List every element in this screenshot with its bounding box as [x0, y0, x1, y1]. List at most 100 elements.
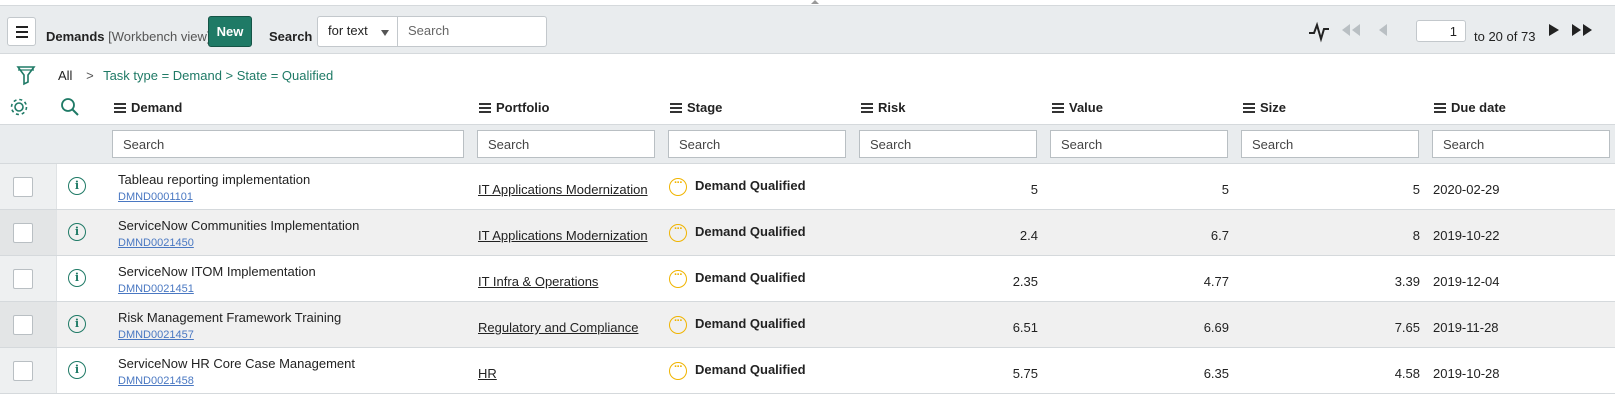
value-value: 4.77 [1203, 274, 1229, 289]
breadcrumb-conditions[interactable]: Task type = Demand > State = Qualified [103, 68, 333, 83]
table-row[interactable]: i ServiceNow HR Core Case Management DMN… [0, 348, 1615, 394]
search-icon[interactable] [60, 97, 80, 117]
column-menu-icon[interactable] [1434, 102, 1446, 113]
stage-pending-icon: ··· [669, 224, 687, 242]
column-label: Portfolio [496, 100, 550, 115]
risk-search-input[interactable]: Search [859, 130, 1037, 158]
demand-number-link[interactable]: DMND0021450 [118, 237, 194, 249]
stage-pending-icon: ··· [669, 316, 687, 334]
row-checkbox[interactable] [13, 361, 33, 381]
column-header-size[interactable]: Size [1243, 100, 1286, 115]
due-date-value: 2019-10-28 [1433, 366, 1500, 381]
stage-search-input[interactable]: Search [668, 130, 846, 158]
risk-value: 5.75 [1012, 366, 1038, 381]
portfolio-link[interactable]: HR [478, 366, 497, 381]
new-button[interactable]: New [208, 16, 252, 47]
table-row[interactable]: i ServiceNow ITOM Implementation DMND002… [0, 256, 1615, 302]
page-number-input[interactable]: 1 [1416, 20, 1466, 42]
demand-search-input[interactable]: Search [112, 130, 464, 158]
risk-value: 2.35 [1012, 274, 1038, 289]
column-label: Value [1069, 100, 1103, 115]
column-menu-icon[interactable] [479, 102, 491, 113]
info-icon[interactable]: i [68, 223, 86, 241]
demand-name: ServiceNow HR Core Case Management [118, 356, 355, 371]
column-menu-icon[interactable] [1052, 102, 1064, 113]
portfolio-search-input[interactable]: Search [477, 130, 655, 158]
stage-text: Demand Qualified [695, 316, 806, 331]
row-checkbox[interactable] [13, 223, 33, 243]
risk-value: 5 [1030, 182, 1038, 197]
collapse-caret-icon[interactable] [811, 0, 819, 4]
row-checkbox[interactable] [13, 177, 33, 197]
info-icon[interactable]: i [68, 361, 86, 379]
info-icon[interactable]: i [68, 269, 86, 287]
column-label: Stage [687, 100, 723, 115]
column-menu-icon[interactable] [861, 102, 873, 113]
activity-chart-icon[interactable] [1307, 19, 1331, 43]
due-date-value: 2019-11-28 [1433, 320, 1499, 335]
size-search-input[interactable]: Search [1241, 130, 1419, 158]
stage-pending-icon: ··· [669, 362, 687, 380]
column-header-value[interactable]: Value [1052, 100, 1103, 115]
demand-number-link[interactable]: DMND0021451 [118, 283, 194, 295]
list-menu-button[interactable] [7, 17, 36, 46]
title-text: Demands [46, 29, 105, 44]
column-search-row: Search Search Search Search Search Searc… [0, 124, 1615, 164]
stage-pending-icon: ··· [669, 270, 687, 288]
size-value: 4.58 [1394, 366, 1420, 381]
demand-name: Risk Management Framework Training [118, 310, 342, 325]
breadcrumb-separator: > [86, 68, 94, 83]
value-value: 6.35 [1203, 366, 1229, 381]
column-menu-icon[interactable] [114, 102, 126, 113]
row-checkbox[interactable] [13, 315, 33, 335]
stage-text: Demand Qualified [695, 362, 806, 377]
size-value: 7.65 [1394, 320, 1420, 335]
value-search-input[interactable]: Search [1050, 130, 1228, 158]
column-header-demand[interactable]: Demand [114, 100, 182, 115]
due-date-value: 2019-10-22 [1433, 228, 1500, 243]
breadcrumb: All > Task type = Demand > State = Quali… [58, 68, 333, 83]
previous-page-icon[interactable] [1375, 22, 1389, 38]
value-value: 6.69 [1203, 320, 1229, 335]
info-icon[interactable]: i [68, 315, 86, 333]
column-header-stage[interactable]: Stage [670, 100, 722, 115]
row-checkbox[interactable] [13, 269, 33, 289]
search-field-value: for text [328, 23, 368, 38]
table-row[interactable]: i Tableau reporting implementation DMND0… [0, 164, 1615, 210]
table-row[interactable]: i ServiceNow Communities Implementation … [0, 210, 1615, 256]
search-field-select[interactable]: for text [317, 16, 398, 47]
demand-number-link[interactable]: DMND0021458 [118, 375, 194, 387]
info-icon[interactable]: i [68, 177, 86, 195]
table-row[interactable]: i Risk Management Framework Training DMN… [0, 302, 1615, 348]
column-header-risk[interactable]: Risk [861, 100, 905, 115]
first-page-icon[interactable] [1338, 22, 1364, 38]
view-name: [Workbench view] [108, 29, 211, 44]
demand-name: Tableau reporting implementation [118, 172, 311, 187]
demand-number-link[interactable]: DMND0001101 [118, 191, 193, 203]
stage-text: Demand Qualified [695, 178, 806, 193]
value-value: 6.7 [1210, 228, 1229, 243]
search-label: Search [269, 29, 313, 44]
gear-icon[interactable] [9, 97, 29, 117]
column-header-portfolio[interactable]: Portfolio [479, 100, 549, 115]
size-value: 3.39 [1394, 274, 1420, 289]
column-label: Size [1260, 100, 1287, 115]
demand-number-link[interactable]: DMND0021457 [118, 329, 194, 341]
portfolio-link[interactable]: IT Applications Modernization [478, 182, 648, 197]
list-search-input[interactable]: Search [397, 16, 547, 47]
breadcrumb-all[interactable]: All [58, 68, 72, 83]
column-menu-icon[interactable] [1243, 102, 1255, 113]
list-header: Demands [Workbench view] New Search for … [0, 5, 1615, 54]
next-page-icon[interactable] [1547, 22, 1561, 38]
portfolio-link[interactable]: Regulatory and Compliance [478, 320, 638, 335]
due-date-search-input[interactable]: Search [1432, 130, 1610, 158]
last-page-icon[interactable] [1570, 22, 1596, 38]
filter-icon[interactable] [16, 64, 36, 86]
stage-text: Demand Qualified [695, 270, 806, 285]
portfolio-link[interactable]: IT Applications Modernization [478, 228, 648, 243]
column-header-due-date[interactable]: Due date [1434, 100, 1506, 115]
column-menu-icon[interactable] [670, 102, 682, 113]
portfolio-link[interactable]: IT Infra & Operations [478, 274, 598, 289]
column-label: Demand [131, 100, 183, 115]
demand-name: ServiceNow Communities Implementation [118, 218, 360, 233]
